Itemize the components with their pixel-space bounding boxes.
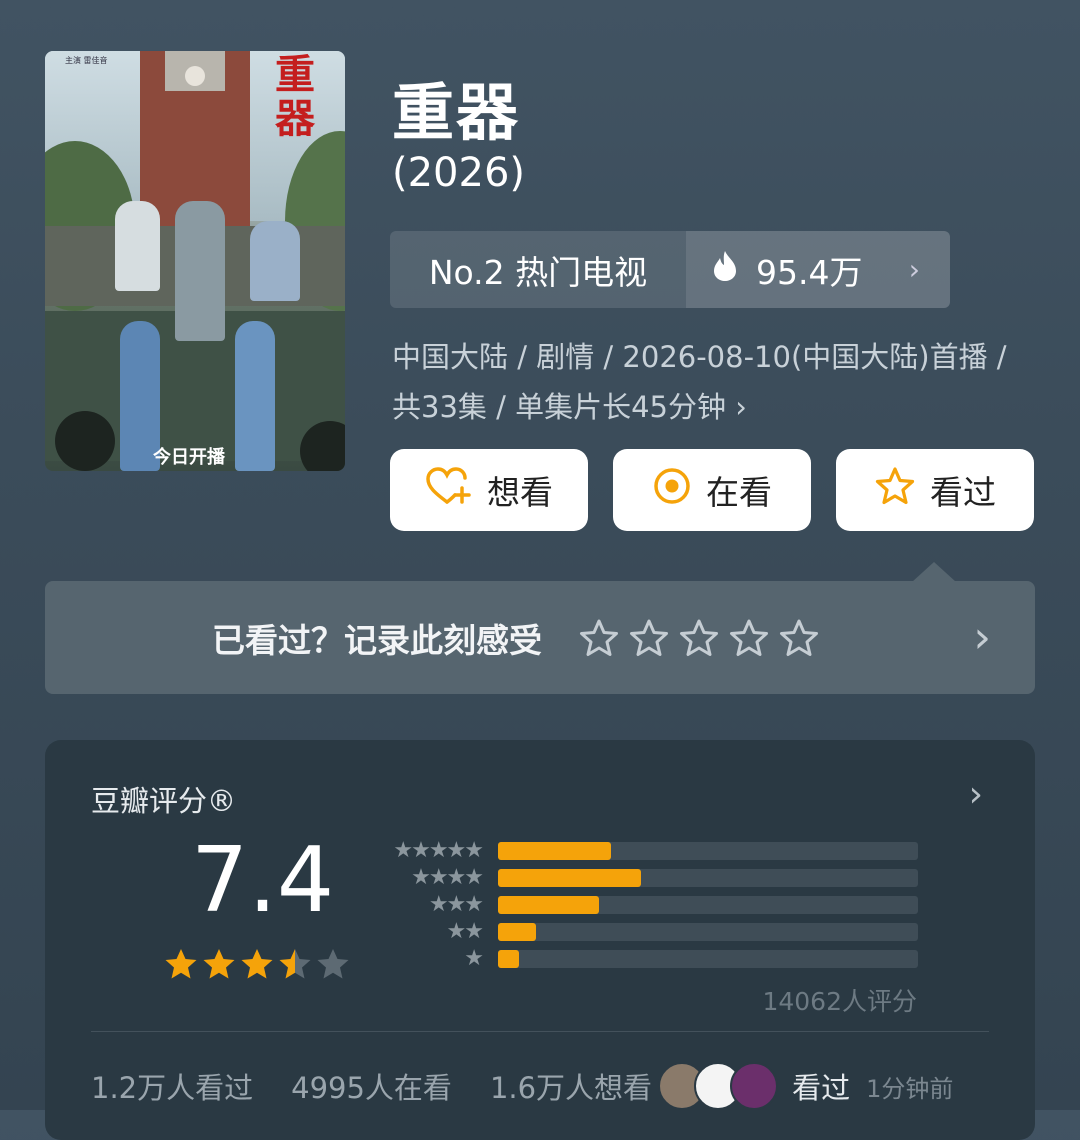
- rating-card[interactable]: 豆瓣评分® › 7.4 ★★★★★ ★★★★ ★★★ ★★ ★ 14062人评分 1.2…: [45, 740, 1035, 1140]
- rating-distribution-row: ★★★★★: [370, 838, 920, 863]
- star-icon: [203, 949, 235, 979]
- distribution-track: [498, 869, 918, 887]
- distribution-bar: [498, 896, 599, 914]
- page-title: 重器: [392, 76, 521, 149]
- star-level-icon: ★★: [446, 919, 484, 944]
- release-year: (2026): [392, 150, 526, 196]
- record-prompt: 已看过？记录此刻感受: [212, 620, 542, 660]
- star-level-icon: ★★★: [428, 892, 484, 917]
- distribution-track: [498, 923, 918, 941]
- rating-distribution-row: ★★★★: [370, 865, 920, 890]
- rating-distribution-row: ★★: [370, 919, 920, 944]
- divider: [91, 1031, 989, 1032]
- heat-value: 95.4万: [756, 252, 863, 292]
- star-outline-icon[interactable]: [728, 618, 770, 658]
- record-feeling-bar[interactable]: 已看过？记录此刻感受 ›: [45, 581, 1035, 694]
- star-level-icon: ★: [464, 946, 484, 971]
- friend-avatars[interactable]: [658, 1062, 779, 1110]
- poster-person: [235, 321, 275, 471]
- star-icon: [241, 949, 273, 979]
- poster-clock: [185, 66, 205, 86]
- rank-label: No.2 热门电视: [428, 252, 648, 292]
- poster-title: 重器: [275, 52, 315, 142]
- rating-distribution-row: ★★★: [370, 892, 920, 917]
- distribution-track: [498, 842, 918, 860]
- distribution-bar: [498, 923, 536, 941]
- star-outline-icon[interactable]: [578, 618, 620, 658]
- rating-label: 豆瓣评分®: [91, 784, 237, 818]
- star-icon: [874, 466, 930, 514]
- poster-image[interactable]: 主演 雷佳音 重器 今日开播: [45, 51, 345, 471]
- star-level-icon: ★★★★: [411, 865, 484, 890]
- poster-wheel: [55, 411, 115, 471]
- star-icon: [317, 949, 349, 979]
- chevron-right-icon: ›: [908, 253, 920, 286]
- distribution-bar: [498, 842, 612, 860]
- stats-row: 1.2万人看过 4995人在看 1.6万人想看 看过 1分钟前: [91, 1062, 953, 1110]
- rating-score: 7.4: [191, 828, 335, 933]
- poster-credit: 主演 雷佳音: [65, 56, 108, 65]
- poster-tag: 今日开播: [153, 447, 225, 468]
- star-outline-icon[interactable]: [678, 618, 720, 658]
- watching-button[interactable]: 在看: [613, 449, 811, 531]
- watched-label: 看过: [930, 473, 996, 512]
- star-icon: [165, 949, 197, 979]
- poster-person: [250, 221, 300, 301]
- movie-meta[interactable]: 中国大陆 / 剧情 / 2026-08-10(中国大陆)首播 / 共33集 / …: [392, 332, 1042, 432]
- rating-count: 14062人评分: [762, 987, 917, 1016]
- watched-count[interactable]: 1.2万人看过: [91, 1065, 253, 1107]
- rating-distribution-row: ★: [370, 946, 920, 971]
- star-level-icon: ★★★★★: [393, 838, 484, 863]
- poster-person: [175, 201, 225, 341]
- want-button[interactable]: 想看: [390, 449, 588, 531]
- distribution-bar: [498, 950, 519, 968]
- star-outline-icon[interactable]: [778, 618, 820, 658]
- chevron-right-icon: ›: [973, 612, 991, 663]
- record-pointer: [912, 562, 956, 582]
- watching-label: 在看: [706, 473, 772, 512]
- chevron-right-icon[interactable]: ›: [969, 774, 983, 815]
- distribution-track: [498, 896, 918, 914]
- rating-stars: [163, 947, 351, 981]
- distribution-bar: [498, 869, 641, 887]
- fire-icon: [712, 250, 738, 290]
- heat-section[interactable]: 95.4万 ›: [686, 231, 950, 308]
- rank-badge[interactable]: No.2 热门电视 95.4万 ›: [390, 231, 950, 308]
- watching-count[interactable]: 4995人在看: [291, 1065, 452, 1107]
- want-label: 想看: [487, 473, 553, 512]
- recent-activity-label: 看过: [792, 1071, 851, 1105]
- poster-person: [115, 201, 160, 291]
- distribution-track: [498, 950, 918, 968]
- want-count[interactable]: 1.6万人想看: [490, 1065, 652, 1107]
- watched-button[interactable]: 看过: [836, 449, 1034, 531]
- target-icon: [652, 466, 706, 514]
- star-outline-icon[interactable]: [628, 618, 670, 658]
- star-icon: [279, 949, 311, 979]
- recent-activity-time: 1分钟前: [866, 1074, 954, 1103]
- avatar: [730, 1062, 779, 1110]
- heart-plus-icon: [425, 466, 487, 514]
- rating-stars-input[interactable]: [578, 618, 820, 658]
